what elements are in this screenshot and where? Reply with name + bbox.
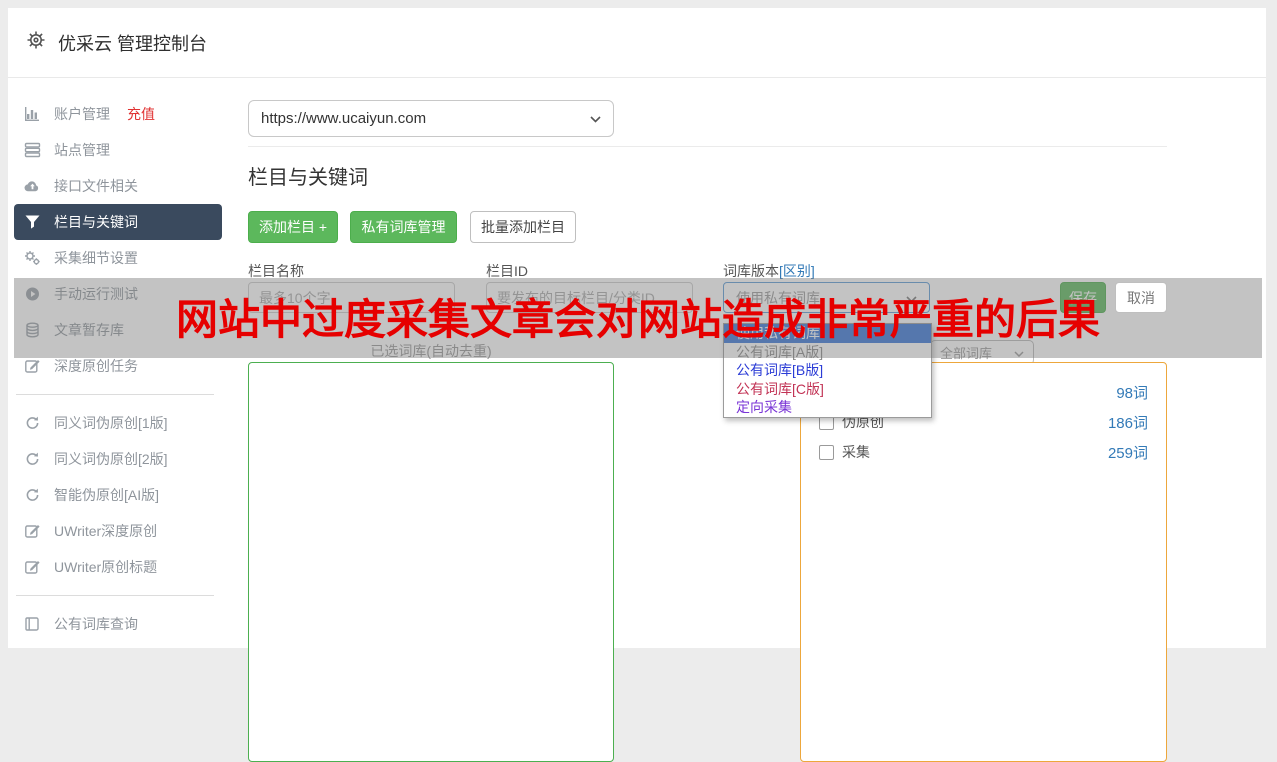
all-dict-panel: 98词 伪原创 186词 采集 259词 [800, 362, 1167, 762]
edit-icon [24, 358, 41, 374]
sidebar-item-label: 采集细节设置 [54, 248, 138, 268]
private-dict-manage-button[interactable]: 私有词库管理 [350, 211, 457, 243]
sidebar-item-label: 账户管理 [54, 104, 110, 124]
site-select-value: https://www.ucaiyun.com [261, 110, 426, 127]
dict-word-count: 186词 [1108, 412, 1148, 433]
selected-dict-panel[interactable] [248, 362, 614, 762]
dict-row: 采集 259词 [819, 439, 1148, 465]
add-column-button[interactable]: 添加栏目 + [248, 211, 338, 243]
cancel-button[interactable]: 取消 [1115, 282, 1167, 313]
sidebar-item-account[interactable]: 账户管理 充值 [14, 96, 222, 132]
sidebar-item-label: 智能伪原创[AI版] [54, 485, 159, 505]
refresh-icon [24, 451, 41, 467]
sidebar-divider [16, 394, 214, 395]
app-header: 优采云 管理控制台 [8, 8, 1266, 78]
dropdown-option-directed[interactable]: 定向采集 [724, 398, 931, 417]
site-select[interactable]: https://www.ucaiyun.com [248, 100, 614, 137]
recharge-link[interactable]: 充值 [127, 104, 155, 124]
funnel-icon [24, 214, 41, 230]
checkbox[interactable] [819, 445, 834, 460]
dropdown-option-public-b[interactable]: 公有词库[B版] [724, 361, 931, 380]
gears-icon [24, 250, 41, 266]
bar-chart-icon [24, 106, 41, 122]
refresh-icon [24, 415, 41, 431]
gear-icon [26, 30, 46, 55]
batch-add-column-button[interactable]: 批量添加栏目 [470, 211, 576, 243]
sidebar-divider [16, 595, 214, 596]
sidebar-item-label: 同义词伪原创[1版] [54, 413, 168, 433]
edit-icon [24, 523, 41, 539]
sidebar-item-uwriter-title[interactable]: UWriter原创标题 [14, 549, 222, 585]
sidebar-item-ai-rewrite[interactable]: 智能伪原创[AI版] [14, 477, 222, 513]
chevron-down-icon [590, 110, 601, 127]
warning-overlay: 网站中过度采集文章会对网站造成非常严重的后果 [14, 278, 1262, 358]
sidebar-item-synonym-rewrite-1[interactable]: 同义词伪原创[1版] [14, 405, 222, 441]
sidebar-item-uwriter-deep[interactable]: UWriter深度原创 [14, 513, 222, 549]
sidebar-item-collect-settings[interactable]: 采集细节设置 [14, 240, 222, 276]
sidebar-item-interface-files[interactable]: 接口文件相关 [14, 168, 222, 204]
sidebar-item-label: 接口文件相关 [54, 176, 138, 196]
book-icon [24, 616, 41, 632]
header-divider [248, 146, 1167, 147]
sidebar: 账户管理 充值 站点管理 接口文件相关 栏目与关键词 采集细节设置 手动运行测试… [14, 96, 230, 642]
sidebar-item-label: 公有词库查询 [54, 614, 138, 634]
dict-word-count: 98词 [1116, 382, 1148, 403]
dropdown-option-public-c[interactable]: 公有词库[C版] [724, 380, 931, 399]
dict-row-label: 采集 [842, 442, 870, 462]
sidebar-item-label: UWriter原创标题 [54, 557, 157, 577]
edit-icon [24, 559, 41, 575]
sidebar-item-label: 站点管理 [54, 140, 110, 160]
page-title: 栏目与关键词 [248, 161, 368, 190]
sidebar-item-synonym-rewrite-2[interactable]: 同义词伪原创[2版] [14, 441, 222, 477]
sidebar-item-label: 栏目与关键词 [54, 212, 138, 232]
warning-text: 网站中过度采集文章会对网站造成非常严重的后果 [176, 286, 1100, 347]
sidebar-item-label: 同义词伪原创[2版] [54, 449, 168, 469]
app-title: 优采云 管理控制台 [58, 30, 207, 56]
sidebar-item-public-dict-query[interactable]: 公有词库查询 [14, 606, 222, 642]
sidebar-item-columns-keywords[interactable]: 栏目与关键词 [14, 204, 222, 240]
cloud-upload-icon [24, 178, 41, 194]
sidebar-item-label: UWriter深度原创 [54, 521, 157, 541]
sidebar-item-label: 深度原创任务 [54, 356, 138, 376]
server-icon [24, 142, 41, 158]
dict-word-count: 259词 [1108, 442, 1148, 463]
sidebar-item-sites[interactable]: 站点管理 [14, 132, 222, 168]
refresh-icon [24, 487, 41, 503]
dict-version-diff-link[interactable]: [区别] [779, 263, 815, 279]
